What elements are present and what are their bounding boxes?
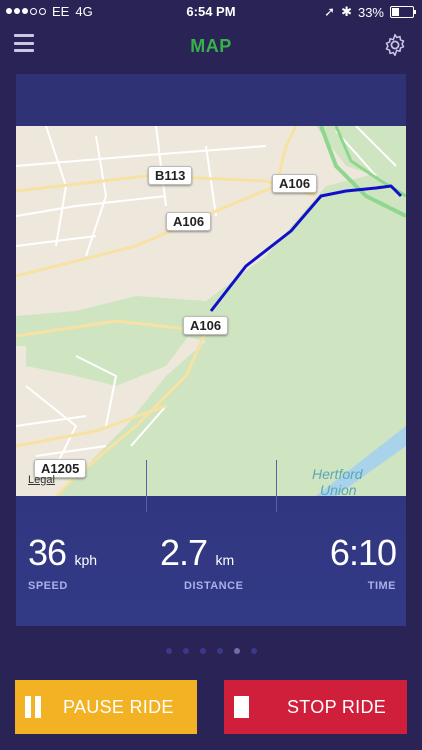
status-right: ➚ ✱ 33% <box>324 4 416 20</box>
page-dot[interactable] <box>250 648 257 654</box>
speed-stat: 36 kph SPEED <box>28 532 97 592</box>
ride-card: B113 A106 A106 A106 A1205 Hertford Union… <box>16 74 406 626</box>
location-icon: ➚ <box>324 4 336 19</box>
time-stat: 6:10 TIME <box>329 532 397 592</box>
page-indicator <box>0 648 422 654</box>
distance-value: 2.7 <box>160 532 208 573</box>
legal-link[interactable]: Legal <box>28 474 55 486</box>
distance-unit: km <box>215 552 235 568</box>
pause-ride-label: PAUSE RIDE <box>63 696 174 717</box>
speed-value: 36 <box>28 532 67 573</box>
speed-label: SPEED <box>28 580 68 592</box>
stats-divider-2 <box>276 460 277 512</box>
speed-unit: kph <box>74 552 98 568</box>
page-dot[interactable] <box>199 648 206 654</box>
place-label-line1: Hertford <box>312 466 363 482</box>
place-label-line2: Union <box>320 482 357 496</box>
road-label-a106-center: A106 <box>166 212 212 231</box>
road-label-a106-east: A106 <box>272 174 318 193</box>
gear-icon[interactable] <box>382 32 408 58</box>
pause-icon <box>25 696 41 718</box>
status-bar: EE 4G 6:54 PM ➚ ✱ 33% <box>0 0 422 22</box>
page-dot[interactable] <box>182 648 189 654</box>
road-label-b113: B113 <box>148 166 193 185</box>
top-bar: MAP <box>0 28 422 64</box>
page-dot[interactable] <box>216 648 223 654</box>
road-label-a106-south: A106 <box>183 316 229 335</box>
bluetooth-icon: ✱ <box>341 4 352 19</box>
time-label: TIME <box>367 580 396 592</box>
place-label: Hertford Union <box>312 466 363 496</box>
time-value: 6:10 <box>329 532 397 573</box>
stop-icon <box>234 696 249 718</box>
stop-ride-button[interactable]: STOP RIDE <box>224 680 407 734</box>
page-dot-active[interactable] <box>233 648 240 654</box>
distance-label: DISTANCE <box>184 580 244 592</box>
map-canvas <box>16 126 406 496</box>
stop-ride-label: STOP RIDE <box>287 696 387 717</box>
route-map[interactable]: B113 A106 A106 A106 A1205 Hertford Union… <box>16 126 406 496</box>
page-title: MAP <box>190 36 232 56</box>
pause-ride-button[interactable]: PAUSE RIDE <box>15 680 197 734</box>
card-header <box>16 74 406 126</box>
ride-stats: 36 kph SPEED 2.7 km DISTANCE 6:10 TIME <box>16 512 406 608</box>
battery-percent: 33% <box>357 4 384 20</box>
battery-icon <box>390 6 416 18</box>
page-dot[interactable] <box>165 648 172 654</box>
stats-divider-1 <box>146 460 147 512</box>
distance-stat: 2.7 km DISTANCE <box>160 532 243 592</box>
